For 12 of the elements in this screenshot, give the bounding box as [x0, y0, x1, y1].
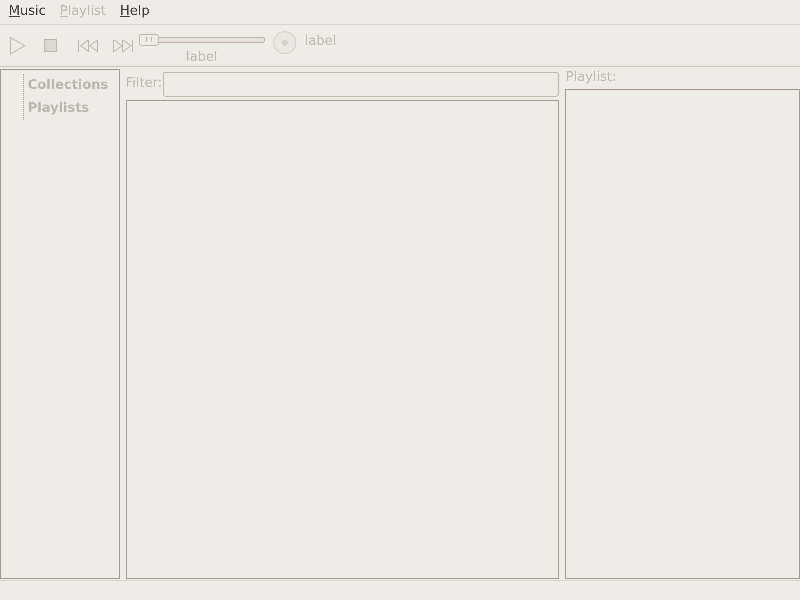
status-label: label: [305, 32, 336, 51]
playlist-label: Playlist:: [565, 69, 618, 87]
skip-back-icon: [78, 40, 100, 52]
seek-label: label: [186, 48, 218, 67]
menu-item[interactable]: Help: [113, 2, 157, 22]
disc-icon: [273, 30, 297, 54]
stop-icon: [44, 39, 57, 52]
play-icon: [10, 36, 26, 54]
filter-field[interactable]: [163, 72, 559, 96]
menu-item[interactable]: Music: [2, 2, 53, 22]
skip-forward-icon: [112, 40, 134, 52]
filter-label: Filter:: [126, 75, 162, 94]
